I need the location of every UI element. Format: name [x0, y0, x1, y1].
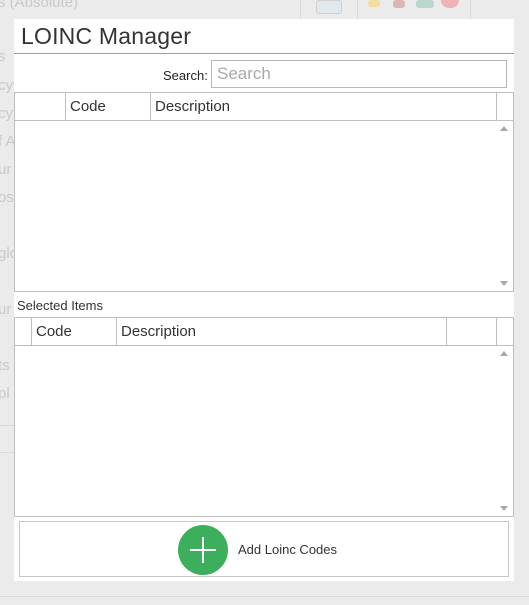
column-header-description[interactable]: Description	[151, 93, 497, 120]
background-text: ur	[0, 301, 12, 318]
dialog-title: LOINC Manager	[21, 23, 192, 49]
pencil-icon	[368, 0, 380, 7]
background-text: s	[0, 48, 6, 65]
scroll-down-arrow-icon[interactable]	[500, 506, 508, 511]
column-header-description[interactable]: Description	[117, 318, 447, 345]
column-header-extra	[447, 318, 497, 345]
background-text: s (Absolute)	[0, 0, 79, 11]
background-divider	[470, 0, 471, 19]
title-divider	[14, 53, 514, 54]
column-header-select[interactable]	[15, 318, 32, 345]
chart-icon	[393, 0, 405, 8]
background-text: ts	[0, 357, 10, 374]
background-divider	[300, 0, 301, 19]
selected-items-grid: Code Description	[14, 317, 514, 517]
selected-grid-header: Code Description	[15, 318, 513, 346]
results-scrollbar[interactable]	[496, 121, 513, 291]
scroll-down-arrow-icon[interactable]	[500, 281, 508, 286]
scroll-up-arrow-icon[interactable]	[500, 351, 508, 356]
background-text: os	[0, 189, 14, 206]
scroll-up-arrow-icon[interactable]	[500, 126, 508, 131]
results-grid: Code Description	[14, 92, 514, 292]
plus-circle-icon[interactable]	[178, 525, 228, 575]
background-button	[316, 0, 342, 14]
search-input[interactable]	[211, 60, 507, 88]
results-grid-header: Code Description	[15, 93, 513, 121]
search-label: Search:	[163, 68, 208, 83]
column-header-select[interactable]	[15, 93, 66, 120]
stop-icon	[441, 0, 459, 8]
column-header-code[interactable]: Code	[66, 93, 151, 120]
selected-scrollbar[interactable]	[496, 346, 513, 516]
background-text: ur	[0, 161, 12, 178]
add-loinc-codes-label[interactable]: Add Loinc Codes	[238, 542, 337, 557]
background-bottom-rule	[0, 596, 529, 597]
column-header-code[interactable]: Code	[32, 318, 117, 345]
background-divider	[357, 0, 358, 19]
loinc-manager-dialog: LOINC Manager Search: Code Description S…	[14, 19, 514, 581]
column-header-extra	[497, 93, 513, 120]
selected-items-label: Selected Items	[17, 298, 103, 313]
add-loinc-codes-button[interactable]: Add Loinc Codes	[19, 521, 509, 577]
background-divider	[0, 425, 14, 426]
background-divider	[0, 452, 14, 453]
background-text: pl	[0, 385, 10, 402]
column-header-extra	[497, 318, 513, 345]
truck-icon	[416, 0, 434, 8]
